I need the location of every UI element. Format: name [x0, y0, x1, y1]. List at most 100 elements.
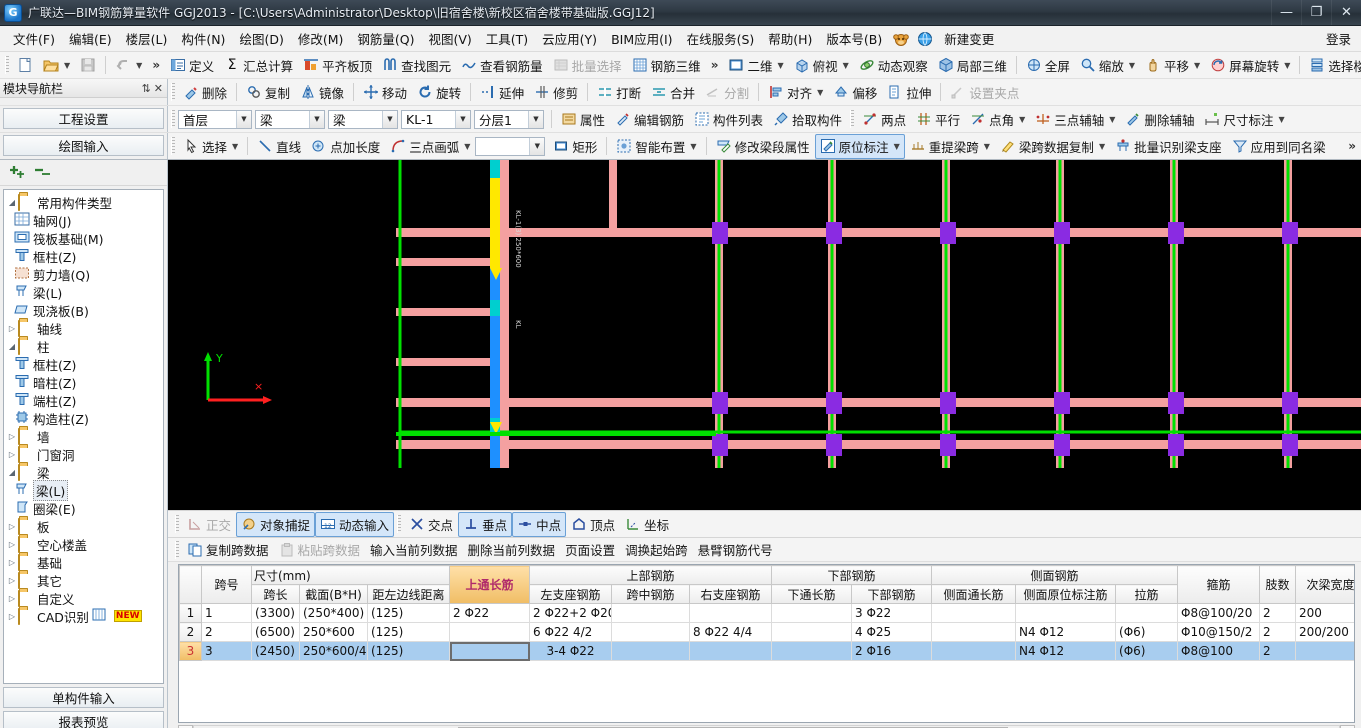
navigator-tab-drawing-input[interactable]: 绘图输入	[3, 135, 164, 156]
tree-node-frame-column[interactable]: 框柱(Z)	[4, 247, 163, 265]
menu-version[interactable]: 版本号(B)	[819, 26, 889, 51]
rotate-button[interactable]: 旋转	[412, 80, 466, 105]
vertex-snap-toggle[interactable]: 顶点	[566, 512, 620, 537]
tree-node-tie-column[interactable]: 构造柱(Z)	[4, 409, 163, 427]
menu-modify[interactable]: 修改(M)	[291, 26, 351, 51]
copy-span-data-grid-button[interactable]: 复制跨数据	[182, 537, 274, 562]
rebar-3d-button[interactable]: 钢筋三维	[627, 53, 706, 78]
cell-side-through[interactable]	[931, 622, 1017, 642]
tree-node-beam-selected[interactable]: 梁(L)	[4, 479, 163, 501]
ortho-toggle[interactable]: 正交	[182, 512, 236, 537]
dynamic-input-toggle[interactable]: 12 动态输入	[315, 511, 395, 537]
cell-dist-left[interactable]: (125)	[366, 603, 451, 623]
menu-cloud[interactable]: 云应用(Y)	[535, 26, 604, 51]
cell-side-through[interactable]	[931, 603, 1017, 623]
tree-node-common-types[interactable]: ◢ 常用构件类型	[4, 193, 163, 211]
cell-side-insitu[interactable]: N4 Φ12	[1015, 622, 1117, 642]
offset-button[interactable]: 偏移	[828, 80, 882, 105]
cell-left-support[interactable]: 3-4 Φ22	[529, 641, 613, 661]
menu-help[interactable]: 帮助(H)	[761, 26, 819, 51]
th-group-size[interactable]: 尺寸(mm)	[250, 565, 451, 585]
coordinate-snap-toggle[interactable]: 坐标	[620, 512, 674, 537]
toolbar-grip[interactable]	[5, 56, 9, 74]
snapbar-grip[interactable]	[175, 515, 179, 533]
cell-section[interactable]: (250*400)	[299, 603, 368, 623]
th-legs[interactable]: 肢数	[1259, 565, 1297, 604]
tree-node-walls[interactable]: ▷ 墙	[4, 427, 163, 445]
th-span-length[interactable]: 跨长	[251, 584, 300, 604]
tree-node-beam-common[interactable]: 梁(L)	[4, 283, 163, 301]
gridtools-grip[interactable]	[175, 540, 179, 559]
delete-axis-button[interactable]: 删除辅轴	[1120, 107, 1199, 132]
toolbar3-grip[interactable]	[171, 110, 175, 128]
th-span-no[interactable]: 跨号	[201, 565, 252, 604]
smart-layout-button[interactable]: 智能布置 ▼	[611, 134, 701, 159]
open-file-button[interactable]: ▼	[38, 54, 75, 76]
login-link[interactable]: 登录	[1326, 29, 1351, 48]
cell-span-no[interactable]: 1	[201, 603, 252, 623]
dimension-button[interactable]: 尺寸标注 ▼	[1199, 107, 1289, 132]
chevron-down-icon[interactable]: ▼	[236, 110, 251, 128]
dimension-caret-icon[interactable]: ▼	[1278, 115, 1284, 124]
snapbar-grip2[interactable]	[397, 515, 402, 533]
align-button[interactable]: 对齐 ▼	[763, 80, 828, 105]
define-button[interactable]: 定义	[165, 53, 219, 78]
in-situ-label-button[interactable]: 原位标注 ▼	[814, 133, 905, 159]
batch-identify-support-button[interactable]: 批量识别梁支座	[1110, 134, 1227, 159]
close-button[interactable]: ✕	[1331, 0, 1361, 25]
menu-rebar-qty[interactable]: 钢筋量(Q)	[350, 26, 421, 51]
line-button[interactable]: 直线	[252, 134, 306, 159]
cell-legs[interactable]: 2	[1259, 622, 1297, 642]
th-left-support-rebar[interactable]: 左支座钢筋	[529, 584, 613, 604]
cantilever-rebar-code-button[interactable]: 悬臂钢筋代号	[693, 537, 778, 562]
in-situ-label-caret-icon[interactable]: ▼	[894, 142, 900, 151]
chevron-down-icon[interactable]: ▼	[382, 110, 397, 128]
trim-button[interactable]: 修剪	[529, 80, 583, 105]
find-element-button[interactable]: 查找图元	[377, 53, 456, 78]
chevron-right-icon[interactable]: ▷	[6, 522, 18, 531]
pin-icon[interactable]: ⇅	[142, 82, 151, 95]
screen-rotate-button[interactable]: 屏幕旋转 ▼	[1205, 53, 1295, 78]
cell-right-support[interactable]: 8 Φ22 4/4	[689, 622, 773, 642]
cell-lower-rebar[interactable]: 2 Φ16	[851, 641, 933, 661]
tree-node-cad-recognition[interactable]: ▷ CAD识别 NEW	[4, 607, 163, 625]
select-floor-button[interactable]: 选择楼层	[1304, 53, 1361, 78]
th-group-lower-rebar[interactable]: 下部钢筋	[771, 565, 933, 585]
floor-combo[interactable]: 首层 ▼	[178, 109, 252, 129]
th-lower-through-rebar[interactable]: 下通长筋	[771, 584, 853, 604]
smart-layout-caret-icon[interactable]: ▼	[690, 142, 696, 151]
midpoint-snap-toggle[interactable]: 中点	[512, 511, 567, 537]
save-button[interactable]	[75, 54, 101, 76]
component-tree[interactable]: ◢ 常用构件类型 轴网(J) 筏板基础(M) 框柱(Z) 剪力墙(Q) 梁(L)…	[3, 189, 164, 684]
re-extract-span-button[interactable]: 重提梁跨 ▼	[905, 134, 995, 159]
break-button[interactable]: 打断	[592, 80, 646, 105]
chevron-right-icon[interactable]: ▷	[6, 450, 18, 459]
three-point-axis-caret-icon[interactable]: ▼	[1109, 115, 1115, 124]
menu-file[interactable]: 文件(F)	[6, 26, 62, 51]
rectangle-button[interactable]: 矩形	[548, 134, 602, 159]
extend-button[interactable]: 延伸	[475, 80, 529, 105]
stretch-button[interactable]: 拉伸	[882, 80, 936, 105]
th-group-side-rebar[interactable]: 侧面钢筋	[931, 565, 1179, 585]
table-row[interactable]: 3 3 (2450) 250*600/4 (125) 3-4 Φ22 2 Φ16…	[179, 641, 1354, 661]
top-view-caret-icon[interactable]: ▼	[843, 61, 849, 70]
toolbar-overflow2-button[interactable]: »	[706, 58, 724, 72]
rebar-table[interactable]: 跨号 尺寸(mm) 上通长筋 上部钢筋 下部钢筋 侧面钢筋 箍筋 肢数 次梁宽度	[179, 565, 1354, 661]
cell-section[interactable]: 250*600	[299, 622, 368, 642]
toolbar-overflow-button[interactable]: »	[147, 58, 165, 72]
chevron-down-icon[interactable]: ◢	[6, 468, 18, 477]
chevron-down-icon[interactable]: ◢	[6, 342, 18, 351]
tree-node-others[interactable]: ▷ 其它	[4, 571, 163, 589]
view-2d-button[interactable]: 二维 ▼	[723, 53, 788, 78]
minimize-button[interactable]: —	[1271, 0, 1301, 25]
draw-mode-combo[interactable]: ▼	[475, 136, 546, 156]
category-combo[interactable]: 梁 ▼	[255, 109, 325, 129]
top-view-button[interactable]: 俯视 ▼	[789, 53, 854, 78]
copy-button[interactable]: 复制	[241, 80, 295, 105]
swap-start-span-button[interactable]: 调换起始跨	[620, 537, 693, 562]
cell-span-no[interactable]: 2	[201, 622, 252, 642]
copy-span-data-caret-icon[interactable]: ▼	[1099, 142, 1105, 151]
chevron-right-icon[interactable]: ▷	[6, 540, 18, 549]
cell-legs[interactable]: 2	[1259, 641, 1297, 661]
menu-draw[interactable]: 绘图(D)	[232, 26, 290, 51]
